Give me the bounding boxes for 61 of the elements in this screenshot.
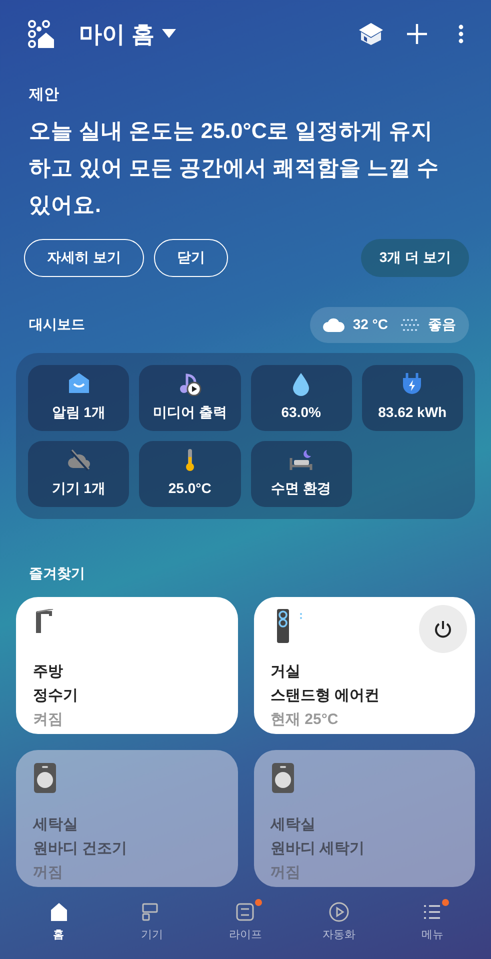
air-quality: 좋음 <box>428 315 456 334</box>
cloud-off-icon <box>66 448 91 472</box>
device-status: 현재 25°C <box>270 710 340 730</box>
device-room: 세탁실 <box>33 814 79 834</box>
haze-icon <box>400 318 420 332</box>
weather-temperature: 32 °C <box>352 315 388 334</box>
dropdown-caret-icon <box>162 29 176 39</box>
dashboard-tile[interactable]: 25.0°C <box>139 440 240 506</box>
more-options-icon[interactable] <box>458 24 464 44</box>
dashboard-tile[interactable]: 83.62 kWh <box>362 364 463 430</box>
tile-label: 수면 환경 <box>271 479 332 498</box>
washing-machine-icon <box>270 762 294 796</box>
house-3d-icon[interactable] <box>358 22 384 46</box>
device-card[interactable]: 주방 정수기 켜짐 <box>16 596 238 734</box>
cloud-icon <box>322 317 345 332</box>
device-room: 거실 <box>270 662 302 682</box>
dashboard-tile[interactable]: 63.0% <box>250 364 352 430</box>
dashboard-tile[interactable]: 미디어 출력 <box>139 364 240 430</box>
suggestion-message: 오늘 실내 온도는 25.0°C로 일정하게 유지하고 있어 모든 공간에서 쾌적함을 느낄 수 있어요. <box>29 118 440 218</box>
tile-label: 63.0% <box>281 403 321 422</box>
device-name: 원바디 건조기 <box>33 838 128 858</box>
play-circle-icon <box>328 900 350 922</box>
weather-pill[interactable]: 32 °C 좋음 <box>310 306 469 342</box>
home-selector[interactable]: 마이 홈 <box>79 16 176 52</box>
life-grid-icon <box>234 900 256 922</box>
tile-label: 83.62 kWh <box>378 403 447 422</box>
dashboard-tile[interactable]: 알림 1개 <box>28 364 130 430</box>
nav-tab[interactable]: 기기 <box>117 900 188 943</box>
dashboard-tile[interactable]: 수면 환경 <box>250 440 352 506</box>
device-room: 세탁실 <box>270 814 316 834</box>
more-suggestions-button[interactable]: 3개 더 보기 <box>361 238 469 276</box>
nav-tab[interactable]: 라이프 <box>210 900 280 943</box>
alert-home-icon <box>66 372 91 396</box>
section-label: 즐겨찾기 <box>28 564 86 582</box>
power-button[interactable] <box>419 604 467 652</box>
tile-label: 미디어 출력 <box>152 403 227 422</box>
tile-label: 25.0°C <box>168 479 212 498</box>
tile-label: 기기 1개 <box>52 479 106 498</box>
nav-tab[interactable]: 메뉴 <box>397 900 468 943</box>
dashboard-tile[interactable]: 기기 1개 <box>28 440 130 506</box>
suggestion-button[interactable]: 닫기 <box>154 238 228 276</box>
device-name: 정수기 <box>33 686 79 706</box>
device-room: 주방 <box>33 662 64 682</box>
suggestion-button[interactable]: 자세히 보기 <box>24 238 144 276</box>
bed-moon-icon <box>289 448 314 472</box>
add-icon[interactable] <box>406 23 428 45</box>
tile-label: 알림 1개 <box>52 403 106 422</box>
music-note-play-icon <box>178 372 202 396</box>
device-name: 스탠드형 에어컨 <box>270 686 381 706</box>
device-status: 꺼짐 <box>270 862 302 882</box>
device-name: 원바디 세탁기 <box>270 838 366 858</box>
section-label: 대시보드 <box>29 315 85 334</box>
washing-machine-icon <box>33 762 57 796</box>
smartthings-logo-icon <box>27 20 55 48</box>
nav-tab[interactable]: 자동화 <box>304 900 374 943</box>
power-icon <box>434 620 452 638</box>
device-status: 켜짐 <box>33 710 64 730</box>
device-card[interactable]: 거실 스탠드형 에어컨 현재 25°C <box>254 596 475 734</box>
section-label: 제안 <box>29 85 59 105</box>
nav-tab[interactable]: 홈 <box>24 900 94 943</box>
device-status: 꺼짐 <box>33 862 64 882</box>
